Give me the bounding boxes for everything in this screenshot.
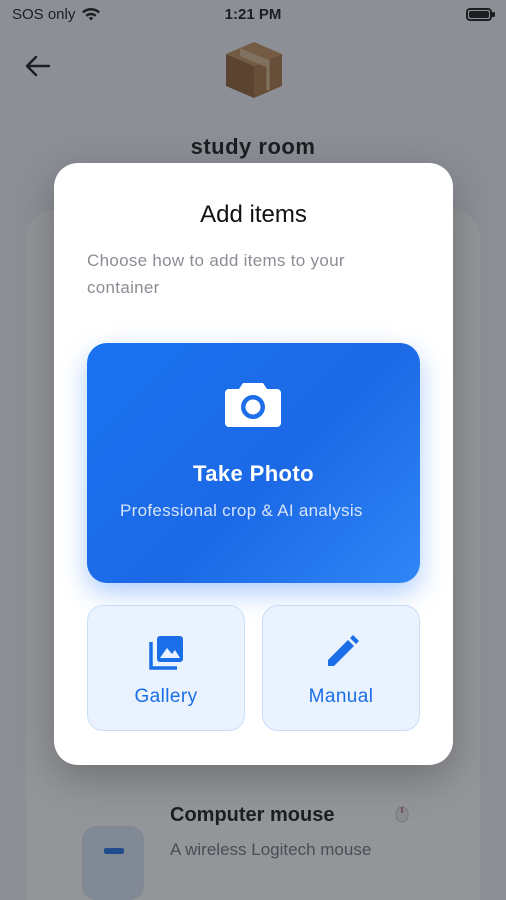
gallery-label: Gallery xyxy=(134,686,198,707)
take-photo-label: Take Photo xyxy=(193,461,314,486)
dialog-subtitle: Choose how to add items to your containe… xyxy=(87,251,345,297)
pencil-icon xyxy=(328,635,359,666)
manual-button[interactable]: Manual xyxy=(262,605,420,731)
gallery-button[interactable]: Gallery xyxy=(87,605,245,731)
take-photo-button[interactable]: Take Photo Professional crop & AI analys… xyxy=(87,343,420,583)
take-photo-description: Professional crop & AI analysis xyxy=(120,501,363,520)
add-items-dialog: Add items Choose how to add items to you… xyxy=(54,163,453,765)
manual-label: Manual xyxy=(308,686,374,707)
dialog-title: Add items xyxy=(200,201,307,228)
gallery-icon xyxy=(149,636,183,670)
camera-icon xyxy=(225,383,281,427)
